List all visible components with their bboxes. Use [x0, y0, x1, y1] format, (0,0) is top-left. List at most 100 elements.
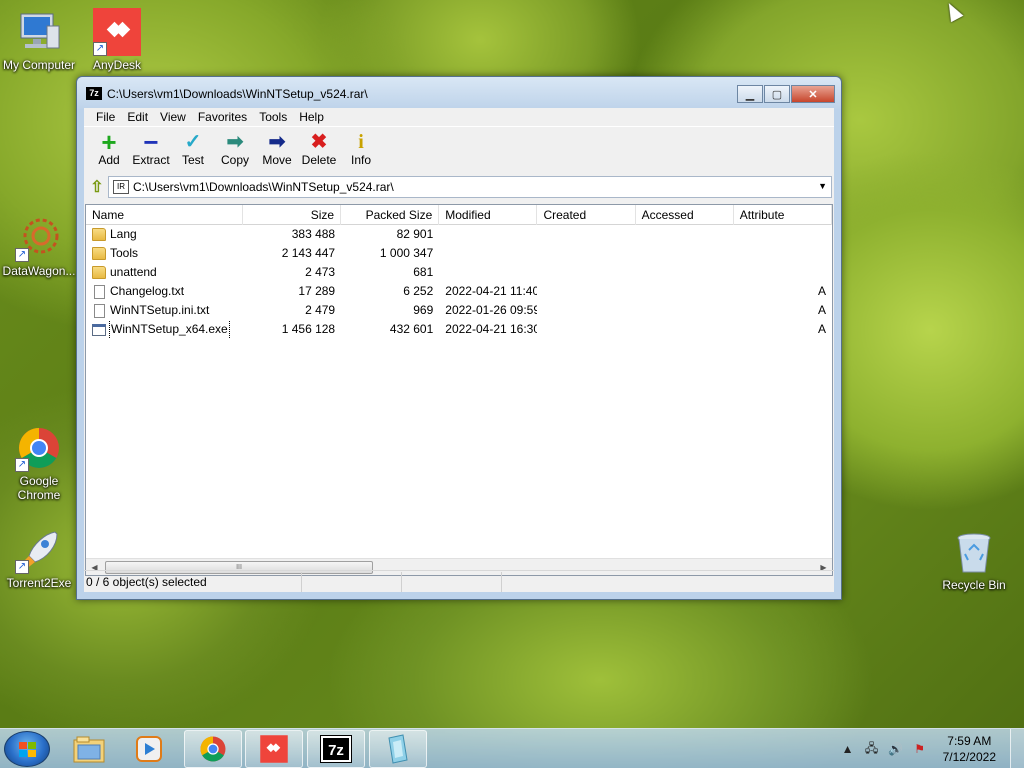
file-name: WinNTSetup.ini.txt — [110, 303, 210, 317]
file-row[interactable]: WinNTSetup.ini.txt 2 479 969 2022-01-26 … — [86, 301, 832, 320]
datawagon-icon: ↗ — [15, 214, 63, 262]
file-attributes: A — [817, 303, 826, 317]
move-arrow-icon: ➡ — [268, 131, 286, 153]
copy-arrow-icon: ➡ — [226, 131, 244, 153]
close-button[interactable]: ✕ — [791, 85, 835, 103]
column-header-size[interactable]: Size — [243, 205, 342, 225]
desktop-icon-datawagon[interactable]: ↗ DataWagon... — [0, 214, 79, 278]
file-name: Tools — [110, 246, 139, 260]
file-row[interactable]: Tools 2 143 447 1 000 347 — [86, 244, 832, 263]
menu-file[interactable]: File — [90, 110, 121, 124]
menu-tools[interactable]: Tools — [253, 110, 293, 124]
column-header-name[interactable]: Name — [86, 205, 243, 225]
file-list[interactable]: Name Size Packed Size Modified Created A… — [85, 204, 833, 576]
check-icon: ✓ — [184, 131, 202, 153]
copy-button[interactable]: ➡ Copy — [214, 127, 256, 174]
7zip-app-icon[interactable]: 7z — [86, 87, 102, 100]
column-header-attributes[interactable]: Attribute — [734, 205, 832, 225]
add-button[interactable]: + Add — [88, 127, 130, 174]
dropdown-caret-icon[interactable]: ▼ — [818, 181, 827, 191]
file-packed-size: 432 601 — [389, 322, 434, 336]
file-modified: 2022-04-21 16:30 — [445, 322, 538, 336]
column-header-created[interactable]: Created — [537, 205, 636, 225]
info-icon: i — [358, 131, 364, 153]
start-button[interactable] — [4, 731, 50, 767]
computer-icon — [15, 8, 63, 56]
media-player-icon — [136, 736, 162, 762]
archive-icon: IR — [113, 180, 129, 194]
file-size: 2 479 — [305, 303, 336, 317]
taskbar-explorer[interactable] — [60, 730, 118, 768]
file-name: Changelog.txt — [110, 284, 185, 298]
test-button[interactable]: ✓ Test — [172, 127, 214, 174]
file-attributes: A — [817, 284, 826, 298]
delete-button[interactable]: ✖ Delete — [298, 127, 340, 174]
column-header-accessed[interactable]: Accessed — [636, 205, 734, 225]
file-attributes: A — [817, 322, 826, 336]
menu-help[interactable]: Help — [293, 110, 330, 124]
menu-view[interactable]: View — [154, 110, 192, 124]
menu-favorites[interactable]: Favorites — [192, 110, 253, 124]
file-packed-size: 969 — [413, 303, 434, 317]
taskbar-anydesk[interactable] — [245, 730, 303, 768]
anydesk-icon — [260, 735, 288, 763]
move-button[interactable]: ➡ Move — [256, 127, 298, 174]
taskbar-media-player[interactable] — [120, 730, 178, 768]
info-button[interactable]: i Info — [340, 127, 382, 174]
up-folder-button[interactable]: ⇧ — [86, 177, 108, 197]
status-bar: 0 / 6 object(s) selected — [84, 570, 834, 592]
address-path: C:\Users\vm1\Downloads\WinNTSetup_v524.r… — [133, 180, 394, 194]
chrome-icon — [200, 736, 226, 762]
shortcut-arrow-icon: ↗ — [93, 42, 107, 56]
file-row[interactable]: Changelog.txt 17 289 6 252 2022-04-21 11… — [86, 282, 832, 301]
taskbar-7zip[interactable]: 7z — [307, 730, 365, 768]
clock[interactable]: 7:59 AM 7/12/2022 — [943, 733, 996, 765]
show-desktop-button[interactable] — [1010, 729, 1024, 768]
file-size: 2 473 — [305, 265, 336, 279]
folder-icon — [92, 228, 106, 241]
taskbar-app[interactable] — [369, 730, 427, 768]
address-bar: ⇧ IR C:\Users\vm1\Downloads\WinNTSetup_v… — [84, 174, 834, 200]
desktop-icon-my-computer[interactable]: My Computer — [0, 8, 79, 72]
desktop-icon-anydesk[interactable]: ↗ AnyDesk — [77, 8, 157, 72]
maximize-button[interactable]: ▢ — [764, 85, 790, 103]
file-row[interactable]: Lang 383 488 82 901 — [86, 225, 832, 244]
file-packed-size: 1 000 347 — [379, 246, 434, 260]
window-client: File Edit View Favorites Tools Help + Ad… — [84, 108, 834, 592]
file-row[interactable]: unattend 2 473 681 — [86, 263, 832, 282]
mouse-cursor-icon — [942, 0, 964, 23]
file-packed-size: 681 — [413, 265, 434, 279]
menu-edit[interactable]: Edit — [121, 110, 154, 124]
minimize-button[interactable]: ▁ — [737, 85, 763, 103]
clock-date: 7/12/2022 — [942, 750, 996, 764]
title-bar[interactable]: 7z C:\Users\vm1\Downloads\WinNTSetup_v52… — [77, 77, 841, 109]
desktop-icon-label: DataWagon... — [2, 264, 76, 278]
file-modified: 2022-01-26 09:59 — [445, 303, 538, 317]
file-modified — [439, 244, 537, 263]
file-row[interactable]: WinNTSetup_x64.exe 1 456 128 432 601 202… — [86, 320, 832, 339]
network-icon[interactable]: 🖧 — [863, 739, 881, 760]
plus-icon: + — [101, 127, 117, 157]
minus-icon: − — [143, 127, 159, 157]
volume-icon[interactable]: 🔊 — [887, 742, 905, 756]
desktop-icon-chrome[interactable]: ↗ Google Chrome — [0, 424, 79, 502]
clock-time: 7:59 AM — [947, 734, 992, 748]
file-size: 1 456 128 — [281, 322, 336, 336]
show-hidden-icons-arrow-icon[interactable]: ▲ — [839, 742, 857, 756]
executable-file-icon — [92, 323, 106, 336]
desktop-icon-recycle-bin[interactable]: Recycle Bin — [934, 528, 1014, 592]
delete-x-icon: ✖ — [310, 131, 328, 153]
action-center-flag-icon[interactable]: ⚑ — [911, 742, 929, 756]
desktop-icon-torrent2exe[interactable]: ↗ Torrent2Exe — [0, 526, 79, 590]
column-header-modified[interactable]: Modified — [439, 205, 538, 225]
rocket-icon: ↗ — [15, 526, 63, 574]
taskbar-chrome[interactable] — [184, 730, 242, 768]
file-name: Lang — [110, 227, 137, 241]
status-panel-4 — [502, 572, 834, 592]
taskbar: 7z ▲ 🖧 🔊 ⚑ 7:59 AM 7/12/2022 — [0, 728, 1024, 768]
desktop-icon-label: Google Chrome — [17, 474, 61, 502]
address-combobox[interactable]: IR C:\Users\vm1\Downloads\WinNTSetup_v52… — [108, 176, 832, 198]
column-header-packed-size[interactable]: Packed Size — [341, 205, 440, 225]
chrome-icon: ↗ — [15, 424, 63, 472]
extract-button[interactable]: − Extract — [130, 127, 172, 174]
